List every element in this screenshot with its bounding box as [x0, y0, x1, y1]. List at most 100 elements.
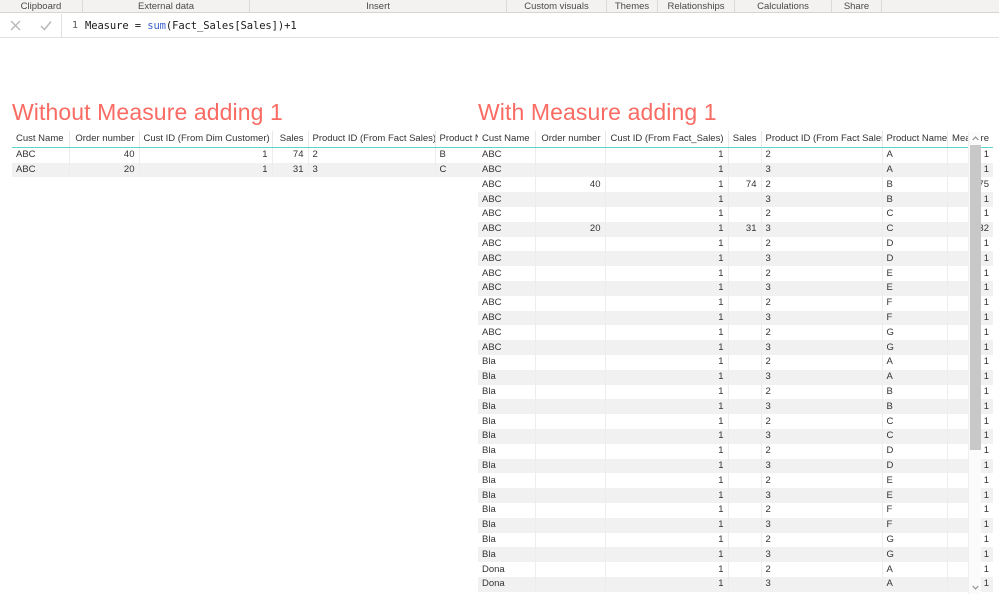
table-cell[interactable] [728, 473, 762, 489]
column-header-cust-name[interactable]: Cust Name [478, 131, 536, 149]
table-cell[interactable]: D [882, 443, 948, 459]
formula-input[interactable]: 1 Measure = sum(Fact_Sales[Sales])+1 [62, 14, 999, 37]
table-cell[interactable]: 20 [69, 162, 140, 178]
table-cell[interactable]: 3 [761, 340, 883, 355]
table-cell[interactable]: 2 [761, 177, 883, 193]
table-cell[interactable]: ABC [478, 221, 536, 237]
table-cell[interactable]: A [882, 147, 948, 163]
table-cell[interactable]: B [882, 177, 948, 193]
table-cell[interactable]: 1 [605, 473, 729, 489]
table-row[interactable]: Bla 1 3 C 1 [478, 428, 993, 444]
table-cell[interactable] [535, 147, 606, 163]
table-cell[interactable] [535, 547, 606, 563]
table-cell[interactable] [535, 192, 606, 207]
table-cell[interactable]: ABC [478, 162, 536, 178]
chevron-up-icon[interactable] [969, 132, 982, 145]
table-cell[interactable]: Bla [478, 458, 536, 474]
table-cell[interactable]: 1 [605, 488, 729, 503]
table-cell[interactable]: ABC [12, 147, 70, 163]
table-cell[interactable]: 1 [605, 177, 729, 193]
table-cell[interactable]: 2 [761, 147, 883, 163]
table-cell[interactable]: 2 [761, 532, 883, 548]
close-x-icon[interactable] [4, 16, 26, 36]
table-cell[interactable]: ABC [478, 310, 536, 326]
table-cell[interactable] [728, 236, 762, 252]
table-cell[interactable] [535, 280, 606, 296]
table-cell[interactable]: ABC [478, 177, 536, 193]
table-cell[interactable]: ABC [478, 251, 536, 267]
table-cell[interactable]: ABC [478, 266, 536, 281]
table-cell[interactable] [728, 576, 762, 592]
table-cell[interactable] [535, 206, 606, 222]
table-cell[interactable]: F [882, 517, 948, 533]
table-cell[interactable]: F [882, 310, 948, 326]
report-canvas[interactable]: Without Measure adding 1 Cust Name Order … [0, 39, 999, 595]
table-cell[interactable] [728, 532, 762, 548]
table-row[interactable]: ABC 1 3 B 1 [478, 192, 993, 207]
table-row[interactable]: Bla 1 2 B 1 [478, 384, 993, 400]
table-cell[interactable]: 2 [761, 266, 883, 281]
table-row[interactable]: Bla 1 2 D 1 [478, 443, 993, 459]
table-cell[interactable]: 2 [761, 443, 883, 459]
table-cell[interactable]: 20 [535, 221, 606, 237]
table-cell[interactable]: G [882, 325, 948, 341]
table-cell[interactable] [535, 414, 606, 429]
table-cell[interactable]: 1 [605, 236, 729, 252]
table-cell[interactable] [728, 458, 762, 474]
table-cell[interactable] [535, 458, 606, 474]
table-cell[interactable]: 1 [605, 310, 729, 326]
table-cell[interactable]: 3 [308, 162, 436, 178]
table-cell[interactable]: 3 [761, 428, 883, 444]
table-cell[interactable]: 1 [605, 502, 729, 518]
table-vertical-scrollbar[interactable] [968, 132, 981, 594]
column-header-sales[interactable]: Sales [728, 131, 762, 149]
table-row[interactable]: ABC 1 2 D 1 [478, 236, 993, 252]
table-row[interactable]: Bla 1 3 F 1 [478, 517, 993, 533]
table-cell[interactable]: C [882, 414, 948, 429]
table-cell[interactable]: F [882, 502, 948, 518]
table-row[interactable]: ABC 1 3 F 1 [478, 310, 993, 326]
table-cell[interactable] [728, 340, 762, 355]
table-cell[interactable]: B [882, 192, 948, 207]
table-cell[interactable]: D [882, 236, 948, 252]
table-cell[interactable]: C [882, 428, 948, 444]
column-header-cust-id-from-fact-sales-[interactable]: Cust ID (From Fact_Sales) [605, 131, 729, 149]
table-cell[interactable]: 1 [139, 147, 273, 163]
table-row[interactable]: ABC 1 2 F 1 [478, 295, 993, 311]
column-header-sales[interactable]: Sales [272, 131, 309, 149]
table-cell[interactable] [728, 206, 762, 222]
table-cell[interactable] [535, 310, 606, 326]
table-cell[interactable] [535, 473, 606, 489]
table-cell[interactable]: Bla [478, 532, 536, 548]
table-cell[interactable]: 3 [761, 221, 883, 237]
table-cell[interactable]: 1 [605, 458, 729, 474]
table-cell[interactable] [728, 251, 762, 267]
column-header-order-number[interactable]: Order number [535, 131, 606, 149]
table-cell[interactable]: Bla [478, 399, 536, 415]
table-cell[interactable]: ABC [478, 325, 536, 341]
table-cell[interactable]: 40 [535, 177, 606, 193]
table-cell[interactable]: 31 [272, 162, 309, 178]
table-cell[interactable]: 3 [761, 162, 883, 178]
table-cell[interactable]: 2 [761, 384, 883, 400]
table-cell[interactable] [535, 488, 606, 503]
table-cell[interactable] [728, 325, 762, 341]
table-cell[interactable]: 1 [605, 206, 729, 222]
table-cell[interactable]: 1 [605, 295, 729, 311]
table-cell[interactable]: 3 [761, 576, 883, 592]
table-cell[interactable]: 3 [761, 369, 883, 385]
table-cell[interactable] [728, 502, 762, 518]
table-cell[interactable]: Bla [478, 517, 536, 533]
table-cell[interactable] [535, 295, 606, 311]
table-cell[interactable]: E [882, 488, 948, 503]
table-cell[interactable] [728, 280, 762, 296]
table-cell[interactable]: 2 [308, 147, 436, 163]
ribbon-group-custom-visuals[interactable]: Custom visuals [507, 0, 607, 13]
table-cell[interactable]: 74 [728, 177, 762, 193]
table-row[interactable]: ABC 1 2 A 1 [478, 147, 993, 163]
table-cell[interactable]: Dona [478, 576, 536, 592]
table-cell[interactable]: Dona [478, 562, 536, 577]
table-cell[interactable]: 1 [605, 354, 729, 370]
table-cell[interactable]: ABC [478, 236, 536, 252]
table-cell[interactable] [535, 517, 606, 533]
